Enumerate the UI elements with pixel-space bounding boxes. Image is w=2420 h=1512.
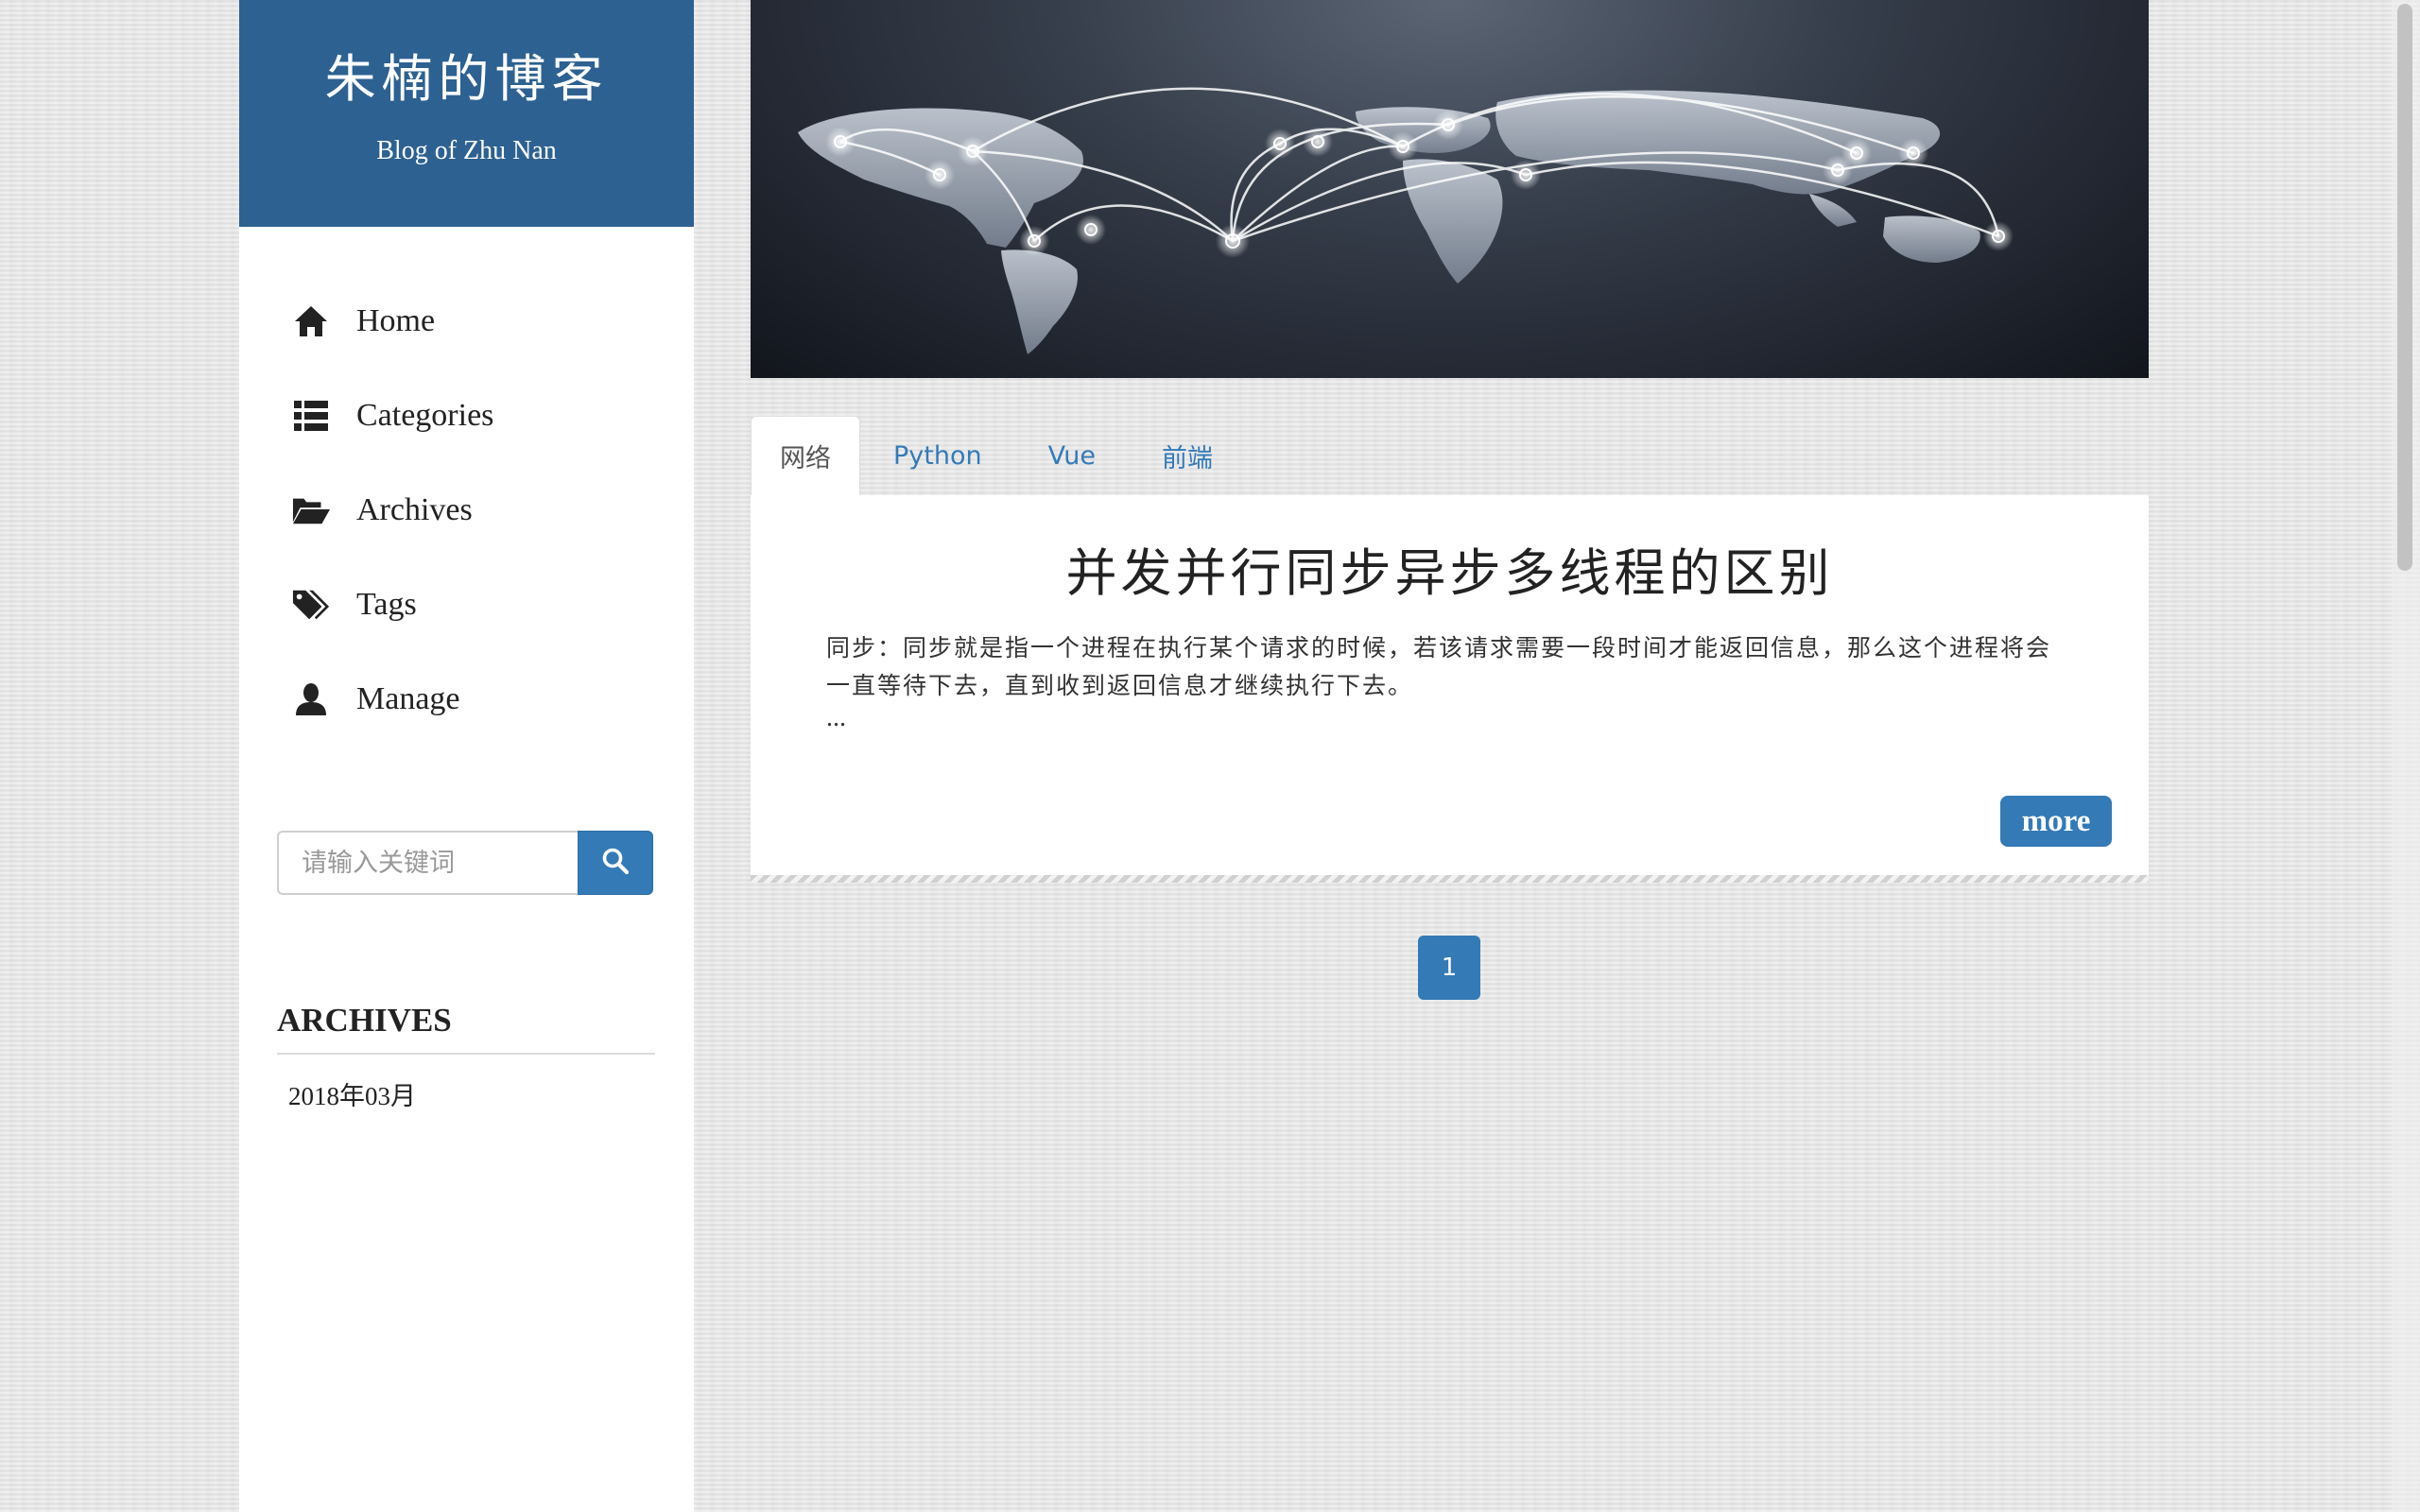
post-excerpt: 同步：同步就是指一个进程在执行某个请求的时候，若该请求需要一段时间才能返回信息，… bbox=[826, 634, 2052, 699]
nav-label-manage: Manage bbox=[356, 681, 460, 716]
scrollbar[interactable] bbox=[2392, 0, 2420, 1512]
header-banner-image bbox=[751, 0, 2149, 378]
nav-label-archives: Archives bbox=[356, 492, 473, 527]
pagination-page-1[interactable]: 1 bbox=[1418, 936, 1480, 1000]
nav-item-categories[interactable]: Categories bbox=[239, 369, 694, 463]
tab-vue[interactable]: Vue bbox=[1015, 416, 1129, 495]
folder-open-icon bbox=[292, 491, 330, 529]
nav-item-manage[interactable]: Manage bbox=[239, 652, 694, 747]
tab-frontend[interactable]: 前端 bbox=[1129, 416, 1246, 495]
brand-header[interactable]: 朱楠的博客 Blog of Zhu Nan bbox=[239, 0, 694, 227]
user-icon bbox=[292, 680, 330, 718]
nav-label-home: Home bbox=[356, 303, 436, 338]
search-box bbox=[277, 831, 653, 895]
world-map-graphic bbox=[798, 90, 1980, 354]
nav-item-tags[interactable]: Tags bbox=[239, 558, 694, 652]
scrollbar-thumb[interactable] bbox=[2397, 4, 2412, 571]
more-button[interactable]: more bbox=[2000, 796, 2112, 847]
post-card: 并发并行同步异步多线程的区别 同步：同步就是指一个进程在执行某个请求的时候，若该… bbox=[751, 495, 2149, 883]
search-button[interactable] bbox=[578, 831, 653, 895]
archives-link[interactable]: 2018年03月 bbox=[288, 1075, 655, 1112]
nav-label-categories: Categories bbox=[356, 398, 494, 433]
sidebar-nav: Home Categories Archives Tags Manage bbox=[239, 274, 694, 747]
tab-network[interactable]: 网络 bbox=[751, 416, 860, 495]
search-input[interactable] bbox=[277, 831, 578, 895]
post-title[interactable]: 并发并行同步异步多线程的区别 bbox=[751, 531, 2149, 606]
nav-item-home[interactable]: Home bbox=[239, 274, 694, 369]
post-ellipsis: ... bbox=[826, 703, 846, 732]
category-tabs: 网络 Python Vue 前端 bbox=[751, 416, 1246, 495]
nav-label-tags: Tags bbox=[356, 587, 417, 622]
search-icon bbox=[601, 847, 630, 880]
list-icon bbox=[292, 397, 330, 435]
tags-icon bbox=[292, 586, 330, 624]
sidebar: 朱楠的博客 Blog of Zhu Nan Home Categories Ar… bbox=[239, 0, 694, 1512]
site-title[interactable]: 朱楠的博客 bbox=[239, 45, 694, 113]
site-subtitle: Blog of Zhu Nan bbox=[376, 136, 557, 165]
tab-python[interactable]: Python bbox=[860, 416, 1015, 495]
home-icon bbox=[292, 302, 330, 340]
archives-widget: ARCHIVES 2018年03月 bbox=[277, 1002, 655, 1112]
archives-heading: ARCHIVES bbox=[277, 1002, 655, 1055]
nav-item-archives[interactable]: Archives bbox=[239, 463, 694, 558]
